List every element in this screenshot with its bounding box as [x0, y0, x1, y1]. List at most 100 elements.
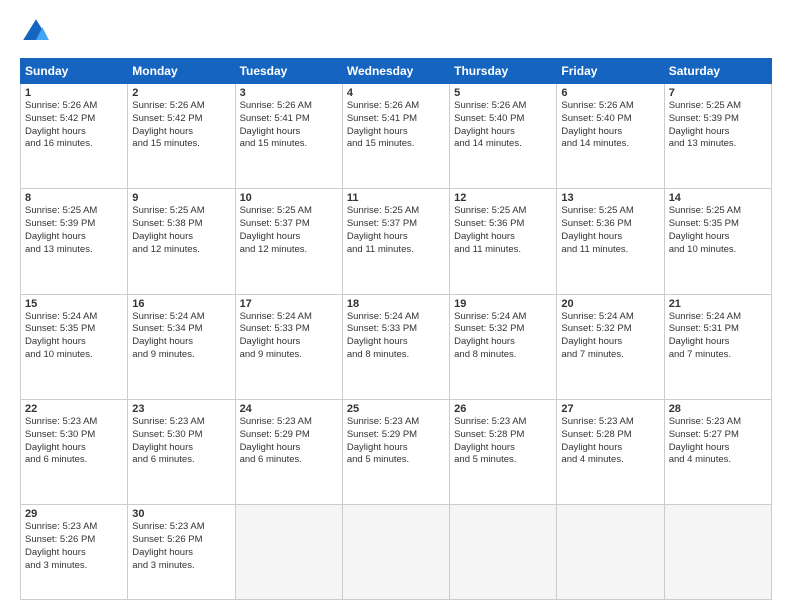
calendar-cell: 11Sunrise: 5:25 AMSunset: 5:37 PMDayligh… — [342, 189, 449, 294]
calendar-cell: 15Sunrise: 5:24 AMSunset: 5:35 PMDayligh… — [21, 294, 128, 399]
calendar-cell: 3Sunrise: 5:26 AMSunset: 5:41 PMDaylight… — [235, 84, 342, 189]
day-info: Sunrise: 5:25 AMSunset: 5:36 PMDaylight … — [454, 205, 552, 256]
day-number: 14 — [669, 192, 767, 204]
logo — [20, 16, 56, 48]
day-info: Sunrise: 5:25 AMSunset: 5:39 PMDaylight … — [25, 205, 123, 256]
day-info: Sunrise: 5:23 AMSunset: 5:27 PMDaylight … — [669, 416, 767, 467]
calendar-cell: 13Sunrise: 5:25 AMSunset: 5:36 PMDayligh… — [557, 189, 664, 294]
day-info: Sunrise: 5:24 AMSunset: 5:33 PMDaylight … — [347, 311, 445, 362]
day-number: 12 — [454, 192, 552, 204]
calendar-table: SundayMondayTuesdayWednesdayThursdayFrid… — [20, 58, 772, 600]
day-info: Sunrise: 5:24 AMSunset: 5:32 PMDaylight … — [454, 311, 552, 362]
day-number: 4 — [347, 87, 445, 99]
day-number: 6 — [561, 87, 659, 99]
calendar-cell: 1Sunrise: 5:26 AMSunset: 5:42 PMDaylight… — [21, 84, 128, 189]
day-info: Sunrise: 5:23 AMSunset: 5:26 PMDaylight … — [25, 521, 123, 572]
day-number: 10 — [240, 192, 338, 204]
day-info: Sunrise: 5:24 AMSunset: 5:33 PMDaylight … — [240, 311, 338, 362]
day-info: Sunrise: 5:26 AMSunset: 5:40 PMDaylight … — [561, 100, 659, 151]
calendar-cell — [557, 505, 664, 600]
calendar-cell: 9Sunrise: 5:25 AMSunset: 5:38 PMDaylight… — [128, 189, 235, 294]
day-number: 23 — [132, 403, 230, 415]
day-info: Sunrise: 5:25 AMSunset: 5:36 PMDaylight … — [561, 205, 659, 256]
week-row: 1 Sunrise: 5:26 AMSunset: 5:42 PMDaylight… — [21, 84, 772, 189]
day-info: Sunrise: 5:24 AMSunset: 5:34 PMDaylight … — [132, 311, 230, 362]
week-row: 8Sunrise: 5:25 AMSunset: 5:39 PMDaylight… — [21, 189, 772, 294]
weekday-header: Sunday — [21, 59, 128, 84]
day-info: Sunrise: 5:24 AMSunset: 5:31 PMDaylight … — [669, 311, 767, 362]
calendar-cell: 23Sunrise: 5:23 AMSunset: 5:30 PMDayligh… — [128, 399, 235, 504]
day-number: 17 — [240, 298, 338, 310]
day-number: 9 — [132, 192, 230, 204]
weekday-header: Monday — [128, 59, 235, 84]
weekday-header-row: SundayMondayTuesdayWednesdayThursdayFrid… — [21, 59, 772, 84]
day-number: 28 — [669, 403, 767, 415]
day-info: Sunrise: 5:23 AMSunset: 5:29 PMDaylight … — [240, 416, 338, 467]
day-number: 11 — [347, 192, 445, 204]
calendar-cell — [664, 505, 771, 600]
page: SundayMondayTuesdayWednesdayThursdayFrid… — [0, 0, 792, 612]
day-number: 15 — [25, 298, 123, 310]
calendar-cell: 17Sunrise: 5:24 AMSunset: 5:33 PMDayligh… — [235, 294, 342, 399]
day-info: Sunrise: 5:25 AMSunset: 5:38 PMDaylight … — [132, 205, 230, 256]
day-number: 26 — [454, 403, 552, 415]
calendar-cell: 8Sunrise: 5:25 AMSunset: 5:39 PMDaylight… — [21, 189, 128, 294]
day-info: Sunrise: 5:25 AMSunset: 5:37 PMDaylight … — [240, 205, 338, 256]
weekday-header: Thursday — [450, 59, 557, 84]
calendar-cell — [450, 505, 557, 600]
day-info: Sunrise: 5:25 AMSunset: 5:37 PMDaylight … — [347, 205, 445, 256]
calendar-cell: 14Sunrise: 5:25 AMSunset: 5:35 PMDayligh… — [664, 189, 771, 294]
week-row: 15Sunrise: 5:24 AMSunset: 5:35 PMDayligh… — [21, 294, 772, 399]
day-number: 25 — [347, 403, 445, 415]
calendar-cell: 10Sunrise: 5:25 AMSunset: 5:37 PMDayligh… — [235, 189, 342, 294]
day-info: Sunrise: 5:26 AMSunset: 5:40 PMDaylight … — [454, 100, 552, 151]
day-info: Sunrise: 5:23 AMSunset: 5:30 PMDaylight … — [132, 416, 230, 467]
day-info: Sunrise: 5:25 AMSunset: 5:39 PMDaylight … — [669, 100, 767, 151]
day-number: 1 — [25, 87, 123, 99]
day-info: Sunrise: 5:23 AMSunset: 5:29 PMDaylight … — [347, 416, 445, 467]
calendar-cell: 21Sunrise: 5:24 AMSunset: 5:31 PMDayligh… — [664, 294, 771, 399]
day-number: 2 — [132, 87, 230, 99]
day-info: Sunrise: 5:26 AMSunset: 5:42 PMDaylight … — [132, 100, 230, 151]
calendar-cell: 27Sunrise: 5:23 AMSunset: 5:28 PMDayligh… — [557, 399, 664, 504]
weekday-header: Tuesday — [235, 59, 342, 84]
week-row: 29Sunrise: 5:23 AMSunset: 5:26 PMDayligh… — [21, 505, 772, 600]
day-info: Sunrise: 5:23 AMSunset: 5:26 PMDaylight … — [132, 521, 230, 572]
calendar-cell — [342, 505, 449, 600]
day-number: 5 — [454, 87, 552, 99]
day-info: Sunrise: 5:24 AMSunset: 5:32 PMDaylight … — [561, 311, 659, 362]
calendar-cell: 7Sunrise: 5:25 AMSunset: 5:39 PMDaylight… — [664, 84, 771, 189]
day-info: Sunrise: 5:26 AMSunset: 5:41 PMDaylight … — [240, 100, 338, 151]
calendar-cell: 5Sunrise: 5:26 AMSunset: 5:40 PMDaylight… — [450, 84, 557, 189]
header — [20, 16, 772, 48]
day-number: 16 — [132, 298, 230, 310]
calendar-cell: 24Sunrise: 5:23 AMSunset: 5:29 PMDayligh… — [235, 399, 342, 504]
day-info: Sunrise: 5:25 AMSunset: 5:35 PMDaylight … — [669, 205, 767, 256]
day-info: Sunrise: 5:23 AMSunset: 5:30 PMDaylight … — [25, 416, 123, 467]
logo-icon — [20, 16, 52, 48]
day-number: 27 — [561, 403, 659, 415]
calendar-cell: 30Sunrise: 5:23 AMSunset: 5:26 PMDayligh… — [128, 505, 235, 600]
day-number: 24 — [240, 403, 338, 415]
day-number: 19 — [454, 298, 552, 310]
calendar-cell: 19Sunrise: 5:24 AMSunset: 5:32 PMDayligh… — [450, 294, 557, 399]
calendar-cell: 20Sunrise: 5:24 AMSunset: 5:32 PMDayligh… — [557, 294, 664, 399]
day-info: Sunrise: 5:24 AMSunset: 5:35 PMDaylight … — [25, 311, 123, 362]
weekday-header: Saturday — [664, 59, 771, 84]
calendar-cell — [235, 505, 342, 600]
calendar-cell: 26Sunrise: 5:23 AMSunset: 5:28 PMDayligh… — [450, 399, 557, 504]
day-info: Sunrise: 5:26 AMSunset: 5:41 PMDaylight … — [347, 100, 445, 151]
calendar-cell: 4Sunrise: 5:26 AMSunset: 5:41 PMDaylight… — [342, 84, 449, 189]
day-info: Sunrise: 5:23 AMSunset: 5:28 PMDaylight … — [561, 416, 659, 467]
calendar-cell: 28Sunrise: 5:23 AMSunset: 5:27 PMDayligh… — [664, 399, 771, 504]
weekday-header: Friday — [557, 59, 664, 84]
calendar-cell: 18Sunrise: 5:24 AMSunset: 5:33 PMDayligh… — [342, 294, 449, 399]
day-number: 13 — [561, 192, 659, 204]
weekday-header: Wednesday — [342, 59, 449, 84]
calendar-cell: 2Sunrise: 5:26 AMSunset: 5:42 PMDaylight… — [128, 84, 235, 189]
day-number: 8 — [25, 192, 123, 204]
day-number: 3 — [240, 87, 338, 99]
calendar-cell: 29Sunrise: 5:23 AMSunset: 5:26 PMDayligh… — [21, 505, 128, 600]
week-row: 22Sunrise: 5:23 AMSunset: 5:30 PMDayligh… — [21, 399, 772, 504]
day-number: 30 — [132, 508, 230, 520]
